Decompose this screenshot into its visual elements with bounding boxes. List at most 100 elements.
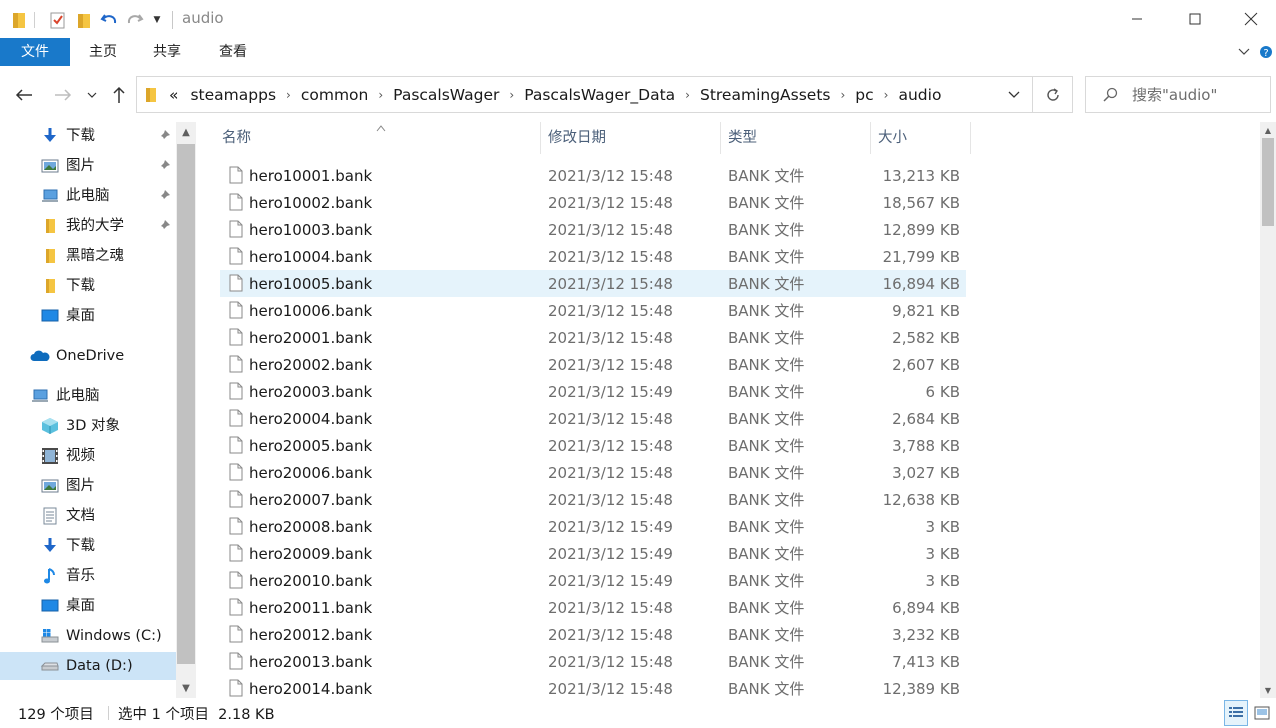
file-row[interactable]: hero20010.bank 2021/3/12 15:49 BANK 文件 3 KB xyxy=(220,567,966,594)
file-row[interactable]: hero10003.bank 2021/3/12 15:48 BANK 文件 12,8… xyxy=(220,216,966,243)
column-header-name[interactable]: 名称 xyxy=(222,122,540,154)
breadcrumb-pascalswager[interactable]: PascalsWager xyxy=(393,86,499,104)
scroll-down-arrow-icon[interactable]: ▼ xyxy=(1260,682,1276,698)
nav-item-this-pc-pinned[interactable]: 此电脑 xyxy=(40,182,110,210)
nav-item-videos[interactable]: 视频 xyxy=(40,442,95,470)
tab-view[interactable]: 查看 xyxy=(208,38,258,66)
up-button[interactable] xyxy=(106,82,132,108)
pin-icon[interactable] xyxy=(157,129,171,143)
tab-share[interactable]: 共享 xyxy=(142,38,192,66)
new-folder-icon[interactable] xyxy=(74,10,94,30)
file-row[interactable]: hero20002.bank 2021/3/12 15:48 BANK 文件 2,60… xyxy=(220,351,966,378)
breadcrumb-pc[interactable]: pc xyxy=(855,86,873,104)
scroll-down-arrow-icon[interactable]: ▼ xyxy=(176,678,196,698)
tab-file[interactable]: 文件 xyxy=(0,38,70,66)
file-row[interactable]: hero20004.bank 2021/3/12 15:48 BANK 文件 2,68… xyxy=(220,405,966,432)
file-row[interactable]: hero10006.bank 2021/3/12 15:48 BANK 文件 9,82… xyxy=(220,297,966,324)
pin-icon[interactable] xyxy=(157,159,171,173)
large-icons-view-button[interactable] xyxy=(1250,700,1274,726)
file-list-scrollbar[interactable]: ▲ ▼ xyxy=(1260,122,1276,698)
breadcrumb-separator-icon[interactable]: › xyxy=(378,88,383,102)
nav-scrollbar[interactable]: ▲ ▼ xyxy=(176,122,196,698)
file-row[interactable]: hero20006.bank 2021/3/12 15:48 BANK 文件 3,02… xyxy=(220,459,966,486)
nav-item-downloads-folder[interactable]: 下载 xyxy=(40,272,95,300)
nav-scrollbar-thumb[interactable] xyxy=(177,144,195,664)
file-row[interactable]: hero10004.bank 2021/3/12 15:48 BANK 文件 21,7… xyxy=(220,243,966,270)
nav-item-3d-objects[interactable]: 3D 对象 xyxy=(40,412,120,440)
column-header-size[interactable]: 大小 xyxy=(878,122,970,154)
nav-item-desktop[interactable]: 桌面 xyxy=(40,592,95,620)
nav-item-this-pc[interactable]: 此电脑 xyxy=(30,382,100,410)
column-header-date[interactable]: 修改日期 xyxy=(548,122,720,154)
nav-item-documents[interactable]: 文档 xyxy=(40,502,95,530)
ribbon-expand-chevron-icon[interactable] xyxy=(1236,44,1252,60)
nav-item-pictures[interactable]: 图片 xyxy=(40,472,95,500)
back-button[interactable] xyxy=(11,82,37,108)
file-row[interactable]: hero20011.bank 2021/3/12 15:48 BANK 文件 6,89… xyxy=(220,594,966,621)
search-input[interactable]: 搜索"audio" xyxy=(1085,76,1271,113)
redo-icon[interactable] xyxy=(124,10,146,30)
file-modified-date: 2021/3/12 15:48 xyxy=(548,598,673,617)
address-history-chevron-icon[interactable] xyxy=(1008,91,1020,99)
breadcrumb-streamingassets[interactable]: StreamingAssets xyxy=(700,86,831,104)
file-row[interactable]: hero20001.bank 2021/3/12 15:48 BANK 文件 2,58… xyxy=(220,324,966,351)
customize-dropdown-icon[interactable]: ▼ xyxy=(150,10,164,30)
file-row[interactable]: hero20012.bank 2021/3/12 15:48 BANK 文件 3,23… xyxy=(220,621,966,648)
pin-icon[interactable] xyxy=(157,219,171,233)
desktop-icon xyxy=(40,306,60,326)
file-row[interactable]: hero10001.bank 2021/3/12 15:48 BANK 文件 13,2… xyxy=(220,162,966,189)
details-view-button[interactable] xyxy=(1224,700,1248,726)
nav-item-data-d[interactable]: Data (D:) xyxy=(0,652,176,680)
breadcrumb-overflow[interactable]: « xyxy=(169,86,178,104)
file-modified-date: 2021/3/12 15:48 xyxy=(548,193,673,212)
nav-label: Data (D:) xyxy=(66,658,133,674)
address-bar[interactable]: « steamapps › common › PascalsWager › Pa… xyxy=(136,76,1033,113)
file-row[interactable]: hero20009.bank 2021/3/12 15:49 BANK 文件 3 KB xyxy=(220,540,966,567)
undo-icon[interactable] xyxy=(98,10,120,30)
file-icon xyxy=(229,328,243,346)
nav-item-my-university[interactable]: 我的大学 xyxy=(40,212,124,240)
nav-item-downloads[interactable]: 下载 xyxy=(40,532,95,560)
nav-item-downloads-pinned[interactable]: 下载 xyxy=(40,122,95,150)
nav-item-dark-souls[interactable]: 黑暗之魂 xyxy=(40,242,124,270)
scroll-up-arrow-icon[interactable]: ▲ xyxy=(1260,122,1276,138)
breadcrumb-separator-icon[interactable]: › xyxy=(509,88,514,102)
file-row[interactable]: hero20005.bank 2021/3/12 15:48 BANK 文件 3,78… xyxy=(220,432,966,459)
refresh-button[interactable] xyxy=(1033,76,1073,113)
recent-locations-chevron-icon[interactable] xyxy=(81,82,103,108)
file-name: hero20009.bank xyxy=(249,544,373,563)
nav-item-pictures-pinned[interactable]: 图片 xyxy=(40,152,95,180)
nav-item-desktop-quick[interactable]: 桌面 xyxy=(40,302,95,330)
file-row[interactable]: hero20003.bank 2021/3/12 15:49 BANK 文件 6 KB xyxy=(220,378,966,405)
breadcrumb-common[interactable]: common xyxy=(301,86,369,104)
scroll-up-arrow-icon[interactable]: ▲ xyxy=(176,122,196,142)
help-icon[interactable]: ? xyxy=(1258,44,1274,60)
nav-item-music[interactable]: 音乐 xyxy=(40,562,95,590)
tab-home[interactable]: 主页 xyxy=(78,38,128,66)
file-modified-date: 2021/3/12 15:48 xyxy=(548,220,673,239)
breadcrumb-steamapps[interactable]: steamapps xyxy=(190,86,276,104)
breadcrumb-separator-icon[interactable]: › xyxy=(685,88,690,102)
properties-icon[interactable] xyxy=(48,10,68,30)
file-row[interactable]: hero20013.bank 2021/3/12 15:48 BANK 文件 7,41… xyxy=(220,648,966,675)
file-row[interactable]: hero10002.bank 2021/3/12 15:48 BANK 文件 18,5… xyxy=(220,189,966,216)
nav-item-onedrive[interactable]: OneDrive xyxy=(30,342,124,370)
close-button[interactable] xyxy=(1222,0,1276,38)
file-row[interactable]: hero10005.bank 2021/3/12 15:48 BANK 文件 16,8… xyxy=(220,270,966,297)
minimize-button[interactable] xyxy=(1108,0,1166,38)
file-row[interactable]: hero20014.bank 2021/3/12 15:48 BANK 文件 12,3… xyxy=(220,675,966,698)
breadcrumb-separator-icon[interactable]: › xyxy=(884,88,889,102)
breadcrumb-separator-icon[interactable]: › xyxy=(840,88,845,102)
file-row[interactable]: hero20008.bank 2021/3/12 15:49 BANK 文件 3 KB xyxy=(220,513,966,540)
breadcrumb-pascalswager-data[interactable]: PascalsWager_Data xyxy=(524,86,675,104)
breadcrumb-separator-icon[interactable]: › xyxy=(286,88,291,102)
column-header-type[interactable]: 类型 xyxy=(728,122,870,154)
file-list-scrollbar-thumb[interactable] xyxy=(1262,138,1274,226)
forward-button[interactable] xyxy=(50,82,76,108)
file-icon xyxy=(229,247,243,265)
file-row[interactable]: hero20007.bank 2021/3/12 15:48 BANK 文件 12,6… xyxy=(220,486,966,513)
breadcrumb-audio[interactable]: audio xyxy=(898,86,941,104)
nav-item-windows-c[interactable]: Windows (C:) xyxy=(40,622,162,650)
pin-icon[interactable] xyxy=(157,189,171,203)
maximize-button[interactable] xyxy=(1166,0,1224,38)
